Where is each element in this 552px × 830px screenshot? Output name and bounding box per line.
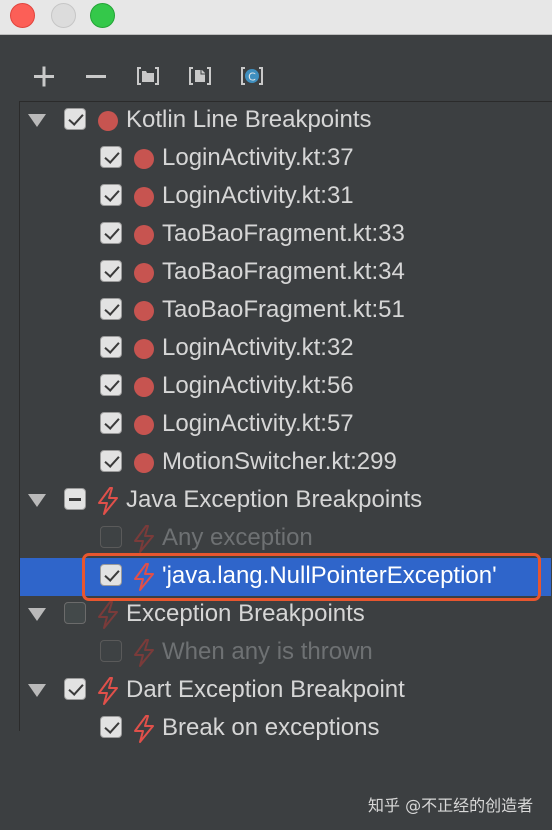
group-checkbox[interactable] — [64, 678, 86, 700]
breakpoint-dot-icon — [134, 339, 154, 359]
exception-lightning-icon — [132, 715, 156, 743]
breakpoint-label: TaoBaoFragment.kt:33 — [162, 220, 405, 247]
tree-group-row[interactable]: Dart Exception Breakpoint — [20, 672, 551, 710]
exception-lightning-icon — [96, 677, 120, 705]
breakpoint-dot-icon — [134, 149, 154, 169]
breakpoint-label: LoginActivity.kt:56 — [162, 372, 354, 399]
class-icon: C — [241, 67, 263, 85]
minus-icon — [86, 75, 106, 78]
breakpoint-checkbox[interactable] — [100, 260, 122, 282]
breakpoint-checkbox[interactable] — [100, 184, 122, 206]
watermark: 知乎 @不正经的创造者 — [368, 796, 534, 815]
tree-item-row[interactable]: LoginActivity.kt:32 — [20, 330, 551, 368]
breakpoint-checkbox[interactable] — [100, 146, 122, 168]
tree-group-row[interactable]: Kotlin Line Breakpoints — [20, 102, 551, 140]
tree-item-row[interactable]: Break on exceptions — [20, 710, 551, 748]
expand-arrow-icon[interactable] — [28, 114, 46, 127]
breakpoint-checkbox[interactable] — [100, 412, 122, 434]
group-label: Dart Exception Breakpoint — [126, 676, 405, 703]
breakpoint-dot-icon — [134, 187, 154, 207]
group-by-class-button[interactable]: C — [238, 62, 266, 90]
file-group-icon — [189, 67, 211, 85]
tree-item-row[interactable]: TaoBaoFragment.kt:51 — [20, 292, 551, 330]
tree-item-row[interactable]: When any is thrown — [20, 634, 551, 672]
minimize-window-button[interactable] — [51, 3, 76, 28]
plus-icon — [34, 66, 54, 87]
breakpoint-label: Any exception — [162, 524, 313, 551]
breakpoint-dot-icon — [134, 377, 154, 397]
breakpoint-dot-icon — [134, 453, 154, 473]
breakpoint-label: LoginActivity.kt:32 — [162, 334, 354, 361]
breakpoint-checkbox[interactable] — [100, 716, 122, 738]
breakpoint-label: LoginActivity.kt:57 — [162, 410, 354, 437]
breakpoint-checkbox[interactable] — [100, 336, 122, 358]
breakpoint-checkbox[interactable] — [100, 222, 122, 244]
breakpoint-dot-icon — [134, 415, 154, 435]
breakpoint-checkbox[interactable] — [100, 526, 122, 548]
breakpoint-label: TaoBaoFragment.kt:34 — [162, 258, 405, 285]
group-by-file-button[interactable] — [186, 62, 214, 90]
breakpoint-label: MotionSwitcher.kt:299 — [162, 448, 397, 475]
remove-breakpoint-button[interactable] — [82, 62, 110, 90]
group-checkbox[interactable] — [64, 488, 86, 510]
breakpoint-checkbox[interactable] — [100, 298, 122, 320]
breakpoint-label: LoginActivity.kt:37 — [162, 144, 354, 171]
group-checkbox[interactable] — [64, 602, 86, 624]
tree-item-row[interactable]: LoginActivity.kt:37 — [20, 140, 551, 178]
tree-item-row[interactable]: TaoBaoFragment.kt:34 — [20, 254, 551, 292]
group-checkbox[interactable] — [64, 108, 86, 130]
zoom-window-button[interactable] — [90, 3, 115, 28]
expand-arrow-icon[interactable] — [28, 494, 46, 507]
breakpoint-label: When any is thrown — [162, 638, 373, 665]
tree-item-row[interactable]: TaoBaoFragment.kt:33 — [20, 216, 551, 254]
exception-lightning-icon — [132, 525, 156, 553]
tree-group-row[interactable]: Java Exception Breakpoints — [20, 482, 551, 520]
breakpoint-checkbox[interactable] — [100, 640, 122, 662]
tree-item-row[interactable]: LoginActivity.kt:57 — [20, 406, 551, 444]
breakpoint-checkbox[interactable] — [100, 374, 122, 396]
tree-item-row[interactable]: LoginActivity.kt:31 — [20, 178, 551, 216]
group-label: Java Exception Breakpoints — [126, 486, 423, 513]
breakpoint-label: TaoBaoFragment.kt:51 — [162, 296, 405, 323]
breakpoint-label: LoginActivity.kt:31 — [162, 182, 354, 209]
expand-arrow-icon[interactable] — [28, 684, 46, 697]
group-label: Exception Breakpoints — [126, 600, 365, 627]
window-titlebar — [0, 0, 552, 35]
tree-group-row[interactable]: Exception Breakpoints — [20, 596, 551, 634]
breakpoints-tree[interactable]: Kotlin Line Breakpoints LoginActivity.kt:… — [20, 102, 551, 743]
folder-icon — [137, 67, 159, 85]
close-window-button[interactable] — [10, 3, 35, 28]
exception-lightning-icon — [96, 601, 120, 629]
svg-text:C: C — [248, 71, 256, 84]
expand-arrow-icon[interactable] — [28, 608, 46, 621]
add-breakpoint-button[interactable] — [30, 62, 58, 90]
breakpoint-checkbox[interactable] — [100, 450, 122, 472]
exception-lightning-icon — [96, 487, 120, 515]
breakpoint-label: Break on exceptions — [162, 714, 380, 741]
group-label: Kotlin Line Breakpoints — [126, 106, 372, 133]
breakpoint-dot-icon — [134, 225, 154, 245]
breakpoint-dot-icon — [134, 263, 154, 283]
breakpoint-dot-icon — [98, 111, 118, 131]
highlight-annotation — [82, 553, 541, 601]
group-by-package-button[interactable] — [134, 62, 162, 90]
exception-lightning-icon — [132, 639, 156, 667]
breakpoint-dot-icon — [134, 301, 154, 321]
tree-item-row[interactable]: LoginActivity.kt:56 — [20, 368, 551, 406]
tree-item-row[interactable]: MotionSwitcher.kt:299 — [20, 444, 551, 482]
